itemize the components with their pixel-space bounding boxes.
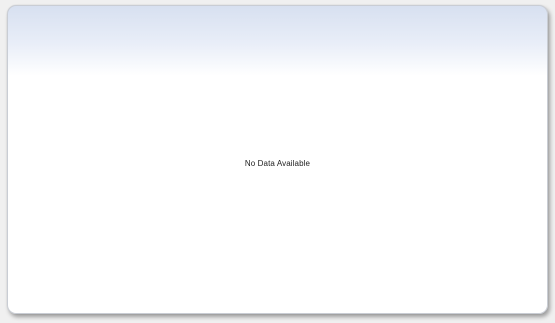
- chart-area: No Data Available: [0, 0, 555, 323]
- empty-chart-panel: No Data Available: [7, 5, 548, 314]
- no-data-message: No Data Available: [244, 159, 311, 168]
